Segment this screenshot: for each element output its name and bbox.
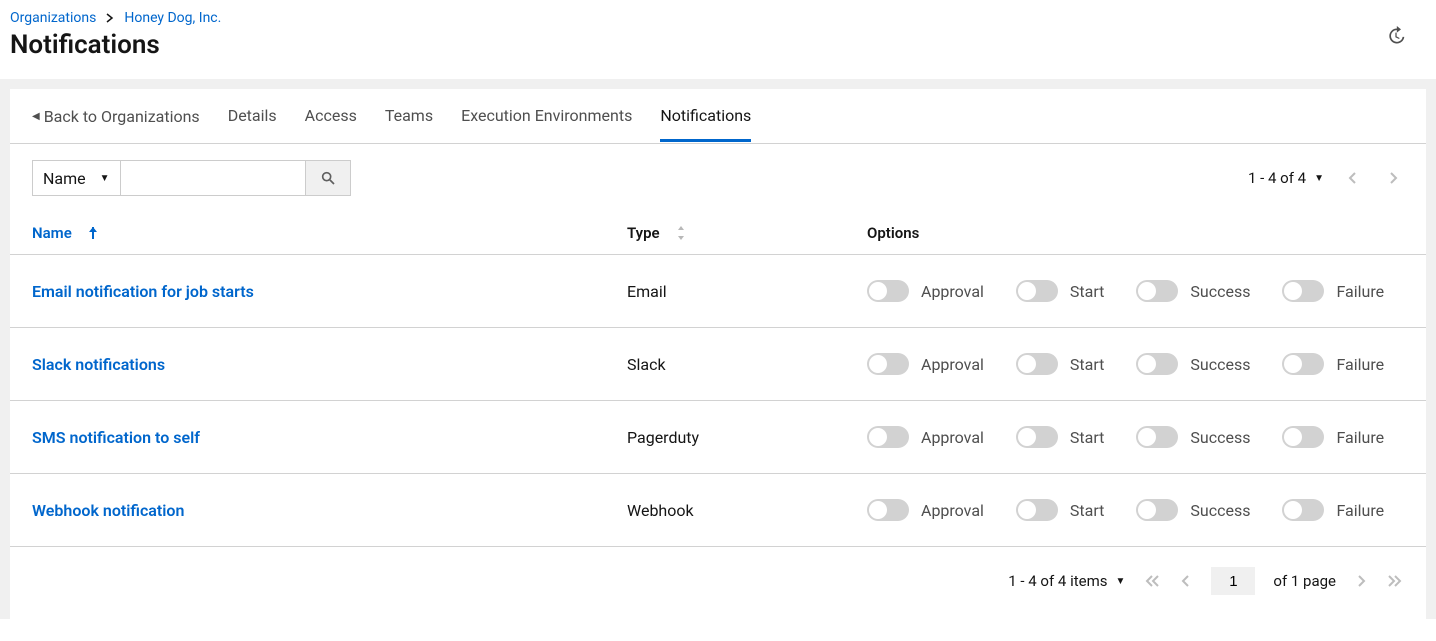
toggle-approval[interactable] xyxy=(867,353,909,375)
toggle-failure-label: Failure xyxy=(1336,428,1384,447)
top-range-select[interactable]: 1 - 4 of 4 ▼ xyxy=(1248,169,1324,187)
table-row: Slack notifications Slack Approval Start… xyxy=(10,328,1426,401)
tab-teams[interactable]: Teams xyxy=(385,90,433,142)
toggle-start[interactable] xyxy=(1016,426,1058,448)
page-title: Notifications xyxy=(10,30,1426,61)
notification-name-link[interactable]: Slack notifications xyxy=(32,355,627,374)
toggle-success[interactable] xyxy=(1136,280,1178,302)
top-range-label: 1 - 4 of 4 xyxy=(1248,169,1306,187)
toggle-start-label: Start xyxy=(1070,355,1104,374)
search-icon xyxy=(320,170,336,186)
toggle-failure[interactable] xyxy=(1282,499,1324,521)
prev-page-button[interactable] xyxy=(1179,575,1193,587)
tab-execution-environments[interactable]: Execution Environments xyxy=(461,90,632,142)
column-name-header[interactable]: Name xyxy=(32,224,72,242)
toggle-success-label: Success xyxy=(1190,282,1250,301)
chevron-right-icon xyxy=(106,13,114,23)
last-page-button[interactable] xyxy=(1386,575,1404,587)
toggle-success[interactable] xyxy=(1136,499,1178,521)
of-pages-label: of 1 page xyxy=(1273,572,1336,590)
table-row: Webhook notification Webhook Approval St… xyxy=(10,474,1426,547)
search-button[interactable] xyxy=(305,160,351,196)
tab-notifications[interactable]: Notifications xyxy=(660,90,751,142)
notification-name-link[interactable]: SMS notification to self xyxy=(32,428,627,447)
notification-type: Slack xyxy=(627,355,867,374)
caret-down-icon: ▼ xyxy=(1314,173,1324,184)
notification-type: Webhook xyxy=(627,501,867,520)
toggle-failure-label: Failure xyxy=(1336,355,1384,374)
toggle-start[interactable] xyxy=(1016,280,1058,302)
toggle-failure[interactable] xyxy=(1282,426,1324,448)
notification-type: Email xyxy=(627,282,867,301)
table-row: Email notification for job starts Email … xyxy=(10,255,1426,328)
breadcrumb-current-link[interactable]: Honey Dog, Inc. xyxy=(124,10,221,26)
toggle-approval[interactable] xyxy=(867,499,909,521)
toggle-approval[interactable] xyxy=(867,280,909,302)
notification-type: Pagerduty xyxy=(627,428,867,447)
back-to-organizations[interactable]: ◀ Back to Organizations xyxy=(32,107,200,126)
toggle-success[interactable] xyxy=(1136,353,1178,375)
toggle-start-label: Start xyxy=(1070,282,1104,301)
filter-field-label: Name xyxy=(43,169,86,188)
sort-none-icon[interactable] xyxy=(676,225,686,241)
toggle-failure-label: Failure xyxy=(1336,501,1384,520)
toggle-success-label: Success xyxy=(1190,355,1250,374)
tab-bar: ◀ Back to Organizations Details Access T… xyxy=(10,89,1426,144)
toggle-success-label: Success xyxy=(1190,501,1250,520)
toggle-failure-label: Failure xyxy=(1336,282,1384,301)
toggle-start[interactable] xyxy=(1016,353,1058,375)
notification-name-link[interactable]: Email notification for job starts xyxy=(32,282,627,301)
history-icon[interactable] xyxy=(1386,26,1406,46)
notification-name-link[interactable]: Webhook notification xyxy=(32,501,627,520)
footer-range-select[interactable]: 1 - 4 of 4 items ▼ xyxy=(1008,572,1125,590)
top-prev-button[interactable] xyxy=(1342,172,1364,184)
column-type-header[interactable]: Type xyxy=(627,224,660,242)
toggle-success[interactable] xyxy=(1136,426,1178,448)
sort-ascending-icon[interactable] xyxy=(88,226,98,240)
tab-details[interactable]: Details xyxy=(228,90,277,142)
breadcrumb: Organizations Honey Dog, Inc. xyxy=(10,10,1426,26)
filter-field-select[interactable]: Name ▼ xyxy=(32,160,120,196)
toggle-approval-label: Approval xyxy=(921,282,984,301)
tab-access[interactable]: Access xyxy=(305,90,357,142)
toggle-approval-label: Approval xyxy=(921,355,984,374)
column-options-header: Options xyxy=(867,224,1404,242)
first-page-button[interactable] xyxy=(1143,575,1161,587)
next-page-button[interactable] xyxy=(1354,575,1368,587)
footer-range-label: 1 - 4 of 4 items xyxy=(1008,572,1107,590)
table-row: SMS notification to self Pagerduty Appro… xyxy=(10,401,1426,474)
search-input[interactable] xyxy=(120,160,305,196)
caret-down-icon: ▼ xyxy=(1115,576,1125,587)
top-next-button[interactable] xyxy=(1382,172,1404,184)
toggle-failure[interactable] xyxy=(1282,280,1324,302)
toggle-approval-label: Approval xyxy=(921,428,984,447)
toggle-failure[interactable] xyxy=(1282,353,1324,375)
page-number-input[interactable] xyxy=(1211,567,1255,595)
back-link-label: Back to Organizations xyxy=(44,107,200,126)
toggle-approval-label: Approval xyxy=(921,501,984,520)
toggle-start[interactable] xyxy=(1016,499,1058,521)
toggle-start-label: Start xyxy=(1070,501,1104,520)
caret-left-icon: ◀ xyxy=(32,111,40,122)
toggle-approval[interactable] xyxy=(867,426,909,448)
toggle-start-label: Start xyxy=(1070,428,1104,447)
breadcrumb-root-link[interactable]: Organizations xyxy=(10,10,96,26)
caret-down-icon: ▼ xyxy=(100,173,110,184)
toggle-success-label: Success xyxy=(1190,428,1250,447)
search-group: Name ▼ xyxy=(32,160,351,196)
